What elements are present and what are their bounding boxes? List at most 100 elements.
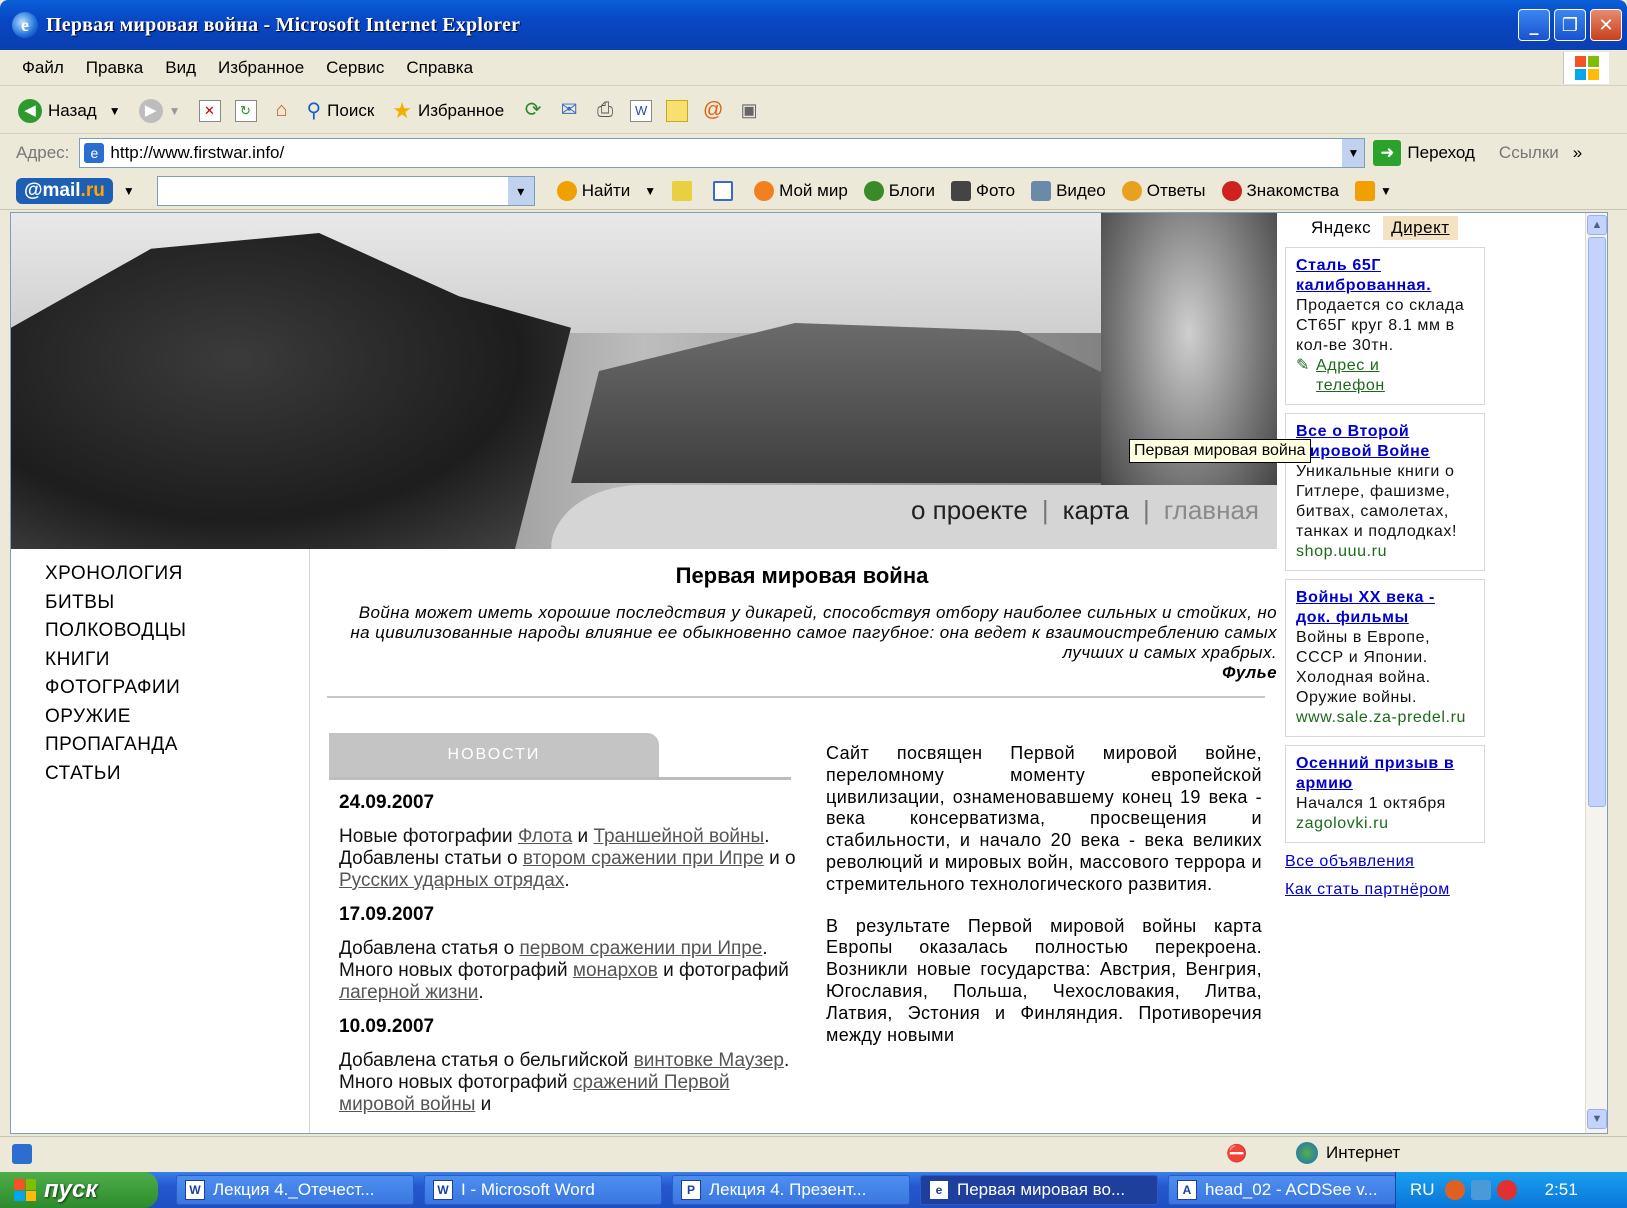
news-text: Добавлена статья о первом сражении при И… [339,938,789,1003]
ad-url[interactable]: www.sale.za-predel.ru [1296,708,1474,728]
all-ads-link[interactable]: Все объявления [1285,853,1485,871]
phone-icon: ✎ [1296,357,1311,374]
history-icon[interactable]: ⟳ [522,100,544,122]
home-icon[interactable]: ⌂ [271,100,293,122]
powerpoint-icon: P [681,1180,701,1200]
scroll-down-icon[interactable]: ▼ [1587,1109,1607,1129]
news-link[interactable]: винтовке Маузер [634,1050,784,1071]
yandex-label[interactable]: Яндекс [1311,218,1371,238]
ad-title[interactable]: Войны XX века - док. фильмы [1296,588,1474,628]
start-button[interactable]: пуск [0,1172,158,1208]
news-link[interactable]: монархов [573,960,658,981]
mailru-toolbar: @mail.ru ▼ Найти▼ Мой мир Блоги Фото Вид… [0,172,1627,210]
popup-blocker-icon[interactable]: ⛔ [1226,1144,1247,1164]
menu-edit[interactable]: Правка [86,58,143,78]
news-tab[interactable]: НОВОСТИ [329,733,659,777]
network-icon[interactable] [1470,1180,1491,1200]
scroll-thumb[interactable] [1588,237,1606,807]
mymir-button[interactable]: Мой мир [754,180,848,201]
blogs-button[interactable]: Блоги [863,180,935,201]
word-icon[interactable]: W [630,99,653,122]
menu-chronology[interactable]: ХРОНОЛОГИЯ [45,563,305,592]
direct-label[interactable]: Директ [1383,216,1458,240]
taskbar-item[interactable]: WI - Microsoft Word [424,1175,662,1205]
left-menu: ХРОНОЛОГИЯ БИТВЫ ПОЛКОВОДЦЫ КНИГИ ФОТОГР… [45,563,305,791]
menu-photos[interactable]: ФОТОГРАФИИ [45,677,305,706]
ad-url[interactable]: zagolovki.ru [1296,814,1474,834]
ad-title[interactable]: Сталь 65Г калиброванная. [1296,256,1474,296]
word-doc-icon: W [185,1180,205,1200]
mail-icon[interactable]: ✉ [558,100,580,122]
back-button[interactable]: ◀ Назад ▼ [18,98,121,123]
mymir-icon [754,180,775,201]
language-indicator[interactable]: RU [1410,1180,1435,1200]
ie-icon: e [929,1180,949,1200]
answers-button[interactable]: Ответы [1121,180,1206,201]
photo-button[interactable]: Фото [951,180,1015,201]
become-partner-link[interactable]: Как стать партнёром [1285,881,1485,899]
news-link[interactable]: Флота [518,826,572,847]
news-link[interactable]: лагерной жизни [339,982,478,1003]
menu-articles[interactable]: СТАТЬИ [45,763,305,792]
taskbar-item[interactable]: Ahead_02 - ACDSee v... [1168,1175,1396,1205]
stop-icon[interactable]: ✕ [198,99,221,122]
menu-view[interactable]: Вид [165,58,196,78]
search-button[interactable]: ⚲ Поиск [307,98,375,123]
news-link[interactable]: Траншейной войны [593,826,764,847]
menu-favorites[interactable]: Избранное [218,58,304,78]
tray-arrow-icon[interactable] [1444,1180,1465,1200]
ad-url[interactable]: shop.uuu.ru [1296,542,1474,562]
find-button[interactable]: Найти ▼ [556,180,656,201]
news-link[interactable]: первом сражении при Ипре [519,938,762,959]
vertical-scrollbar[interactable]: ▲ ▼ [1585,213,1607,1133]
chevron-right-icon[interactable]: » [1573,143,1582,163]
menu-propaganda[interactable]: ПРОПАГАНДА [45,734,305,763]
print-icon[interactable]: ⎙ [594,100,616,122]
menu-commanders[interactable]: ПОЛКОВОДЦЫ [45,620,305,649]
nav-home[interactable]: главная [1164,495,1259,526]
forward-button[interactable]: ▶ ▼ [138,98,181,123]
news-link[interactable]: Русских ударных отрядах [339,870,564,891]
taskbar-item[interactable]: W Лекция 4._Отечест... [176,1175,414,1205]
chevron-down-icon[interactable]: ▼ [123,184,135,198]
menu-weapons[interactable]: ОРУЖИЕ [45,706,305,735]
video-button[interactable]: Видео [1031,180,1106,201]
menu-books[interactable]: КНИГИ [45,649,305,678]
at-sign-icon[interactable]: @ [702,100,724,122]
nav-about[interactable]: о проекте [911,495,1028,526]
back-arrow-icon: ◀ [18,98,42,123]
tank-image [571,323,1131,483]
mailru-search-input[interactable] [156,175,535,206]
go-button[interactable]: ➜ Переход [1373,140,1475,166]
menu-help[interactable]: Справка [406,58,473,78]
news-link[interactable]: втором сражении при Ипре [523,848,764,869]
address-input[interactable]: e http://www.firstwar.info/ ▼ [79,138,1366,168]
close-button[interactable]: ✕ [1590,9,1622,41]
ad-title[interactable]: Осенний призыв в армию [1296,754,1474,794]
settings-button[interactable]: ▼ [1354,180,1392,201]
messenger-icon[interactable]: ▣ [738,100,760,122]
antivirus-icon[interactable] [1496,1180,1517,1200]
nav-map[interactable]: карта [1063,495,1129,526]
links-button[interactable]: Ссылки [1499,143,1559,163]
page-find-icon [713,180,734,201]
mailru-logo[interactable]: @mail.ru [16,177,113,204]
dating-button[interactable]: Знакомства [1221,180,1339,201]
menu-tools[interactable]: Сервис [326,58,384,78]
ad-contacts-link[interactable]: Адрес и телефон [1316,356,1406,396]
site-nav: о проекте | карта | главная [910,495,1259,526]
minimize-button[interactable]: _ [1518,9,1550,41]
address-dropdown[interactable]: ▼ [1342,139,1365,167]
highlight-button[interactable] [672,180,697,201]
refresh-icon[interactable]: ↻ [234,99,257,122]
favorites-button[interactable]: ★ Избранное [392,98,504,124]
taskbar-item[interactable]: P Лекция 4. Презент... [672,1175,910,1205]
menu-battles[interactable]: БИТВЫ [45,592,305,621]
ad-title[interactable]: Все о Второй Мировой Войне [1296,422,1474,462]
page-find-button[interactable] [713,180,738,201]
taskbar-item[interactable]: e Первая мировая во... [920,1175,1158,1205]
scroll-up-icon[interactable]: ▲ [1587,215,1607,235]
menu-file[interactable]: Файл [22,58,64,78]
notes-icon[interactable] [666,99,689,122]
maximize-button[interactable]: ❐ [1554,9,1586,41]
